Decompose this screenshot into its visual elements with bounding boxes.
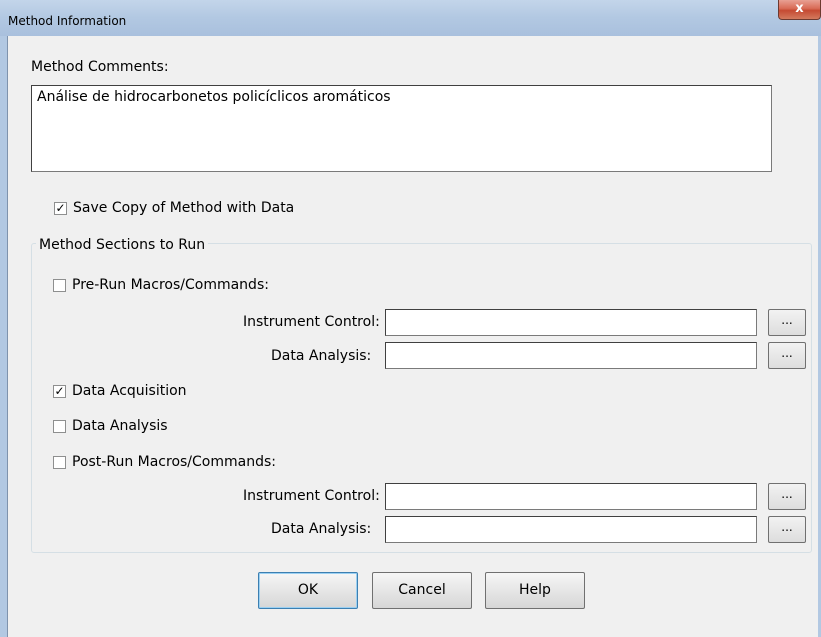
pre-run-checkbox[interactable] — [53, 279, 66, 292]
post-run-instrument-control-label: Instrument Control: — [243, 488, 380, 504]
method-comments-text: Análise de hidrocarbonetos policíclicos … — [37, 89, 391, 105]
post-run-data-analysis-field[interactable] — [385, 516, 757, 543]
pre-run-instrument-control-label: Instrument Control: — [243, 314, 380, 330]
ok-button[interactable]: OK — [258, 572, 358, 609]
checkmark-icon: ✓ — [55, 201, 66, 215]
post-run-instrument-control-browse-button[interactable]: ... — [768, 483, 806, 510]
cancel-button[interactable]: Cancel — [372, 572, 472, 609]
method-comments-textarea[interactable]: Análise de hidrocarbonetos policíclicos … — [31, 85, 772, 172]
post-run-label[interactable]: Post-Run Macros/Commands: — [72, 453, 276, 471]
pre-run-instrument-control-browse-button[interactable]: ... — [768, 309, 806, 336]
data-acquisition-checkbox[interactable]: ✓ — [53, 385, 66, 398]
window-frame-left — [0, 36, 8, 637]
checkmark-icon: ✓ — [54, 384, 65, 398]
help-button[interactable]: Help — [485, 572, 585, 609]
pre-run-data-analysis-browse-button[interactable]: ... — [768, 342, 806, 369]
data-analysis-checkbox[interactable] — [53, 420, 66, 433]
save-copy-checkbox[interactable]: ✓ — [54, 202, 67, 215]
pre-run-data-analysis-field[interactable] — [385, 342, 757, 369]
method-comments-label: Method Comments: — [31, 59, 169, 75]
post-run-data-analysis-browse-button[interactable]: ... — [768, 516, 806, 543]
close-icon: x — [795, 1, 804, 16]
data-acquisition-label[interactable]: Data Acquisition — [72, 382, 187, 400]
pre-run-instrument-control-field[interactable] — [385, 309, 757, 336]
close-button[interactable]: x — [778, 0, 821, 20]
post-run-data-analysis-label: Data Analysis: — [271, 521, 372, 537]
pre-run-label[interactable]: Pre-Run Macros/Commands: — [72, 276, 269, 294]
window-title: Method Information — [8, 14, 127, 28]
save-copy-label[interactable]: Save Copy of Method with Data — [73, 199, 294, 217]
method-sections-group-title: Method Sections to Run — [36, 236, 209, 254]
post-run-instrument-control-field[interactable] — [385, 483, 757, 510]
title-bar[interactable]: Method Information — [0, 0, 821, 36]
post-run-checkbox[interactable] — [53, 456, 66, 469]
pre-run-data-analysis-label: Data Analysis: — [271, 348, 372, 364]
data-analysis-label[interactable]: Data Analysis — [72, 417, 168, 435]
